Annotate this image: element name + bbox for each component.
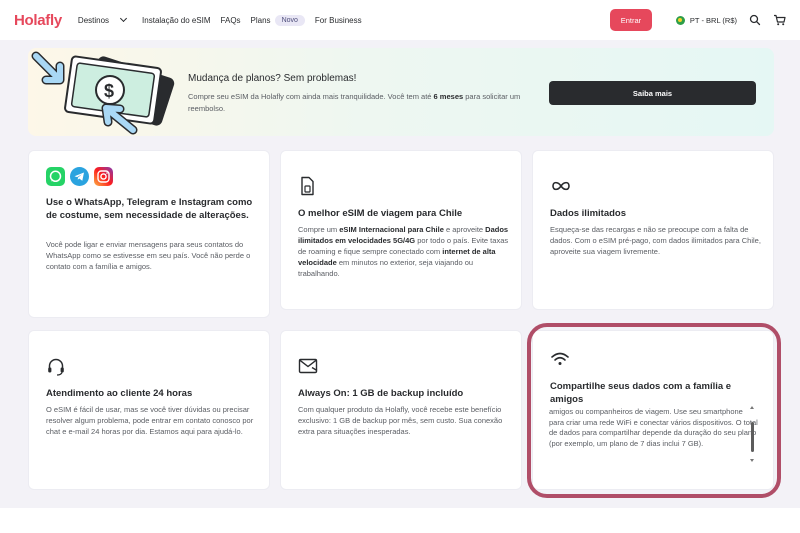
best-text-1: Compre um [298,225,340,234]
brazil-flag-icon [675,15,685,25]
card-always-on: Always On: 1 GB de backup incluído Com q… [280,330,522,490]
card-unlimited-title: Dados ilimitados [550,208,627,219]
headset-icon [48,358,64,376]
banner-title: Mudança de planos? Sem problemas! [188,73,357,84]
mail-icon [298,358,318,374]
instagram-icon [94,167,113,186]
social-icons [46,167,113,186]
language-label: PT - BRL (R$) [689,15,737,25]
banner-text: Compre seu eSIM da Holafly com ainda mai… [188,91,528,115]
card-best-title: O melhor eSIM de viagem para Chile [298,208,463,219]
cart-icon[interactable] [773,14,786,26]
money-illustration-icon: $ [31,51,175,135]
nav-for-business-label: For Business [314,15,362,25]
next-section [0,508,800,533]
infinity-icon [552,181,570,191]
card-best-esim: O melhor eSIM de viagem para Chile Compr… [280,150,522,310]
best-bold-1: eSIM Internacional para Chile [339,225,444,234]
top-navigation-bar: Holafly Destinos Instalação do eSIM FAQs… [0,0,800,40]
telegram-icon [70,167,89,186]
card-support-text: O eSIM é fácil de usar, mas se você tive… [46,405,254,436]
header-actions: Entrar PT - BRL (R$) [609,9,786,31]
main-nav: Destinos Instalação do eSIM FAQs Plans N… [77,14,362,26]
card-social-apps: Use o WhatsApp, Telegram e Instagram com… [28,150,270,318]
focus-highlight-outline [527,323,781,498]
nav-destinos-label: Destinos [77,15,110,25]
card-support: Atendimento ao cliente 24 horas O eSIM é… [28,330,270,490]
svg-text:$: $ [104,81,114,101]
card-support-title: Atendimento ao cliente 24 horas [46,388,193,399]
new-badge: Novo [274,14,305,26]
card-social-title: Use o WhatsApp, Telegram e Instagram com… [46,197,253,221]
holafly-logo[interactable]: Holafly [14,12,62,29]
card-unlimited-text: Esqueça-se das recargas e não se preocup… [550,225,761,256]
banner-text-bold: 6 meses [433,92,464,101]
nav-destinos[interactable]: Destinos [77,14,132,25]
nav-instalacao[interactable]: Instalação do eSIM [142,16,210,25]
language-selector[interactable]: PT - BRL (R$) [675,15,737,25]
banner-text-part: Compre seu eSIM da Holafly com ainda mai… [188,92,434,101]
nav-for-business[interactable]: For Business [315,16,362,25]
best-text-2: e aproveite [443,225,486,234]
card-best-text: Compre um eSIM Internacional para Chile … [298,224,510,279]
login-button[interactable]: Entrar [609,9,652,31]
sim-card-icon [301,176,314,196]
search-icon[interactable] [749,14,761,26]
card-unlimited: Dados ilimitados Esqueça-se das recargas… [532,150,774,310]
whatsapp-icon [46,167,65,186]
card-always-on-text: Com qualquer produto da Holafly, você re… [298,405,503,436]
card-always-on-title: Always On: 1 GB de backup incluído [298,388,464,399]
nav-plans-label: Plans [250,15,271,25]
learn-more-button[interactable]: Saiba mais [549,81,756,105]
nav-plans[interactable]: Plans Novo [250,14,305,26]
nav-instalacao-label: Instalação do eSIM [142,15,211,25]
refund-banner: $ Mudança de planos? Sem problemas! Comp… [28,48,774,136]
card-social-text: Você pode ligar e enviar mensagens para … [46,240,251,271]
nav-faqs[interactable]: FAQs [221,16,241,25]
nav-faqs-label: FAQs [220,15,241,25]
chevron-down-icon [120,14,128,23]
